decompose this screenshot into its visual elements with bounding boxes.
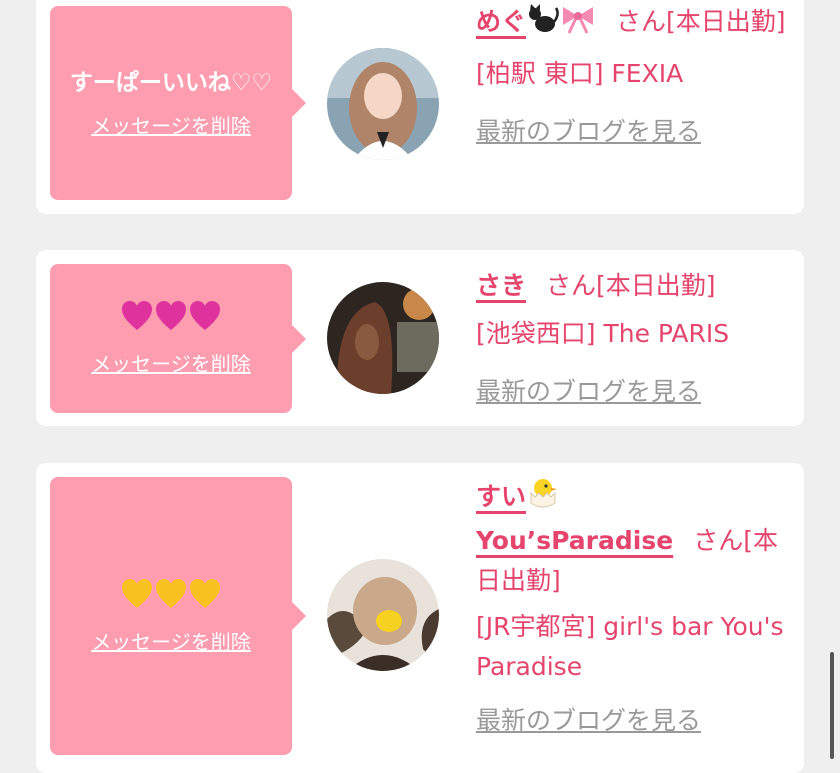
message-text: すーぱーいいね♡♡ — [69, 69, 273, 96]
cast-location: [柏駅 東口] FEXIA — [476, 59, 684, 88]
cast-shop-name-link[interactable]: You’sParadise — [476, 526, 673, 555]
cast-status: さん[本日出勤] — [546, 271, 716, 300]
message-card: メッセージを削除 さき さん[本日出勤] [池袋西口] The PARIS 最新の… — [36, 250, 804, 426]
message-bubble: メッセージを削除 — [50, 264, 306, 413]
message-text — [120, 300, 222, 336]
cast-info: すい You’sParadise さん[本日出勤] [JR宇都宮] girl's … — [476, 477, 790, 741]
message-card: すーぱーいいね♡♡ メッセージを削除 めぐ さん[本日出勤] [柏駅 東口] FE… — [36, 0, 804, 214]
black-cat-icon — [526, 4, 560, 46]
cast-location: [池袋西口] The PARIS — [476, 319, 730, 348]
latest-blog-link[interactable]: 最新のブログを見る — [476, 112, 701, 152]
cast-info: めぐ さん[本日出勤] [柏駅 東口] FEXIA 最新のブログを見る — [476, 2, 790, 152]
pink-heart-icon — [120, 300, 154, 336]
cast-name-link[interactable]: すい — [476, 479, 560, 511]
cast-location: [JR宇都宮] girl's bar You's Paradise — [476, 612, 784, 681]
delete-message-link[interactable]: メッセージを削除 — [91, 626, 251, 655]
message-card: メッセージを削除 すい You’sParadise さん[本日出勤] [JR宇都宮… — [36, 463, 804, 773]
yellow-heart-icon — [188, 578, 222, 614]
pink-ribbon-icon — [560, 4, 596, 46]
delete-message-link[interactable]: メッセージを削除 — [91, 110, 251, 139]
cast-status: さん[本日出勤] — [616, 7, 786, 36]
avatar[interactable] — [327, 559, 439, 671]
latest-blog-link[interactable]: 最新のブログを見る — [476, 701, 701, 741]
yellow-heart-icon — [154, 578, 188, 614]
message-text — [120, 578, 222, 614]
message-bubble: メッセージを削除 — [50, 477, 306, 755]
avatar[interactable] — [327, 282, 439, 394]
scrollbar[interactable] — [830, 652, 834, 759]
pink-heart-icon — [154, 300, 188, 336]
avatar[interactable] — [327, 48, 439, 160]
delete-message-link[interactable]: メッセージを削除 — [91, 348, 251, 377]
cast-info: さき さん[本日出勤] [池袋西口] The PARIS 最新のブログを見る — [476, 266, 790, 412]
yellow-heart-icon — [120, 578, 154, 614]
cast-name-link[interactable]: めぐ — [476, 4, 596, 36]
pink-heart-icon — [188, 300, 222, 336]
message-bubble: すーぱーいいね♡♡ メッセージを削除 — [50, 6, 306, 200]
hatching-chick-icon — [526, 477, 560, 521]
latest-blog-link[interactable]: 最新のブログを見る — [476, 372, 701, 412]
cast-name-link[interactable]: さき — [476, 271, 526, 300]
